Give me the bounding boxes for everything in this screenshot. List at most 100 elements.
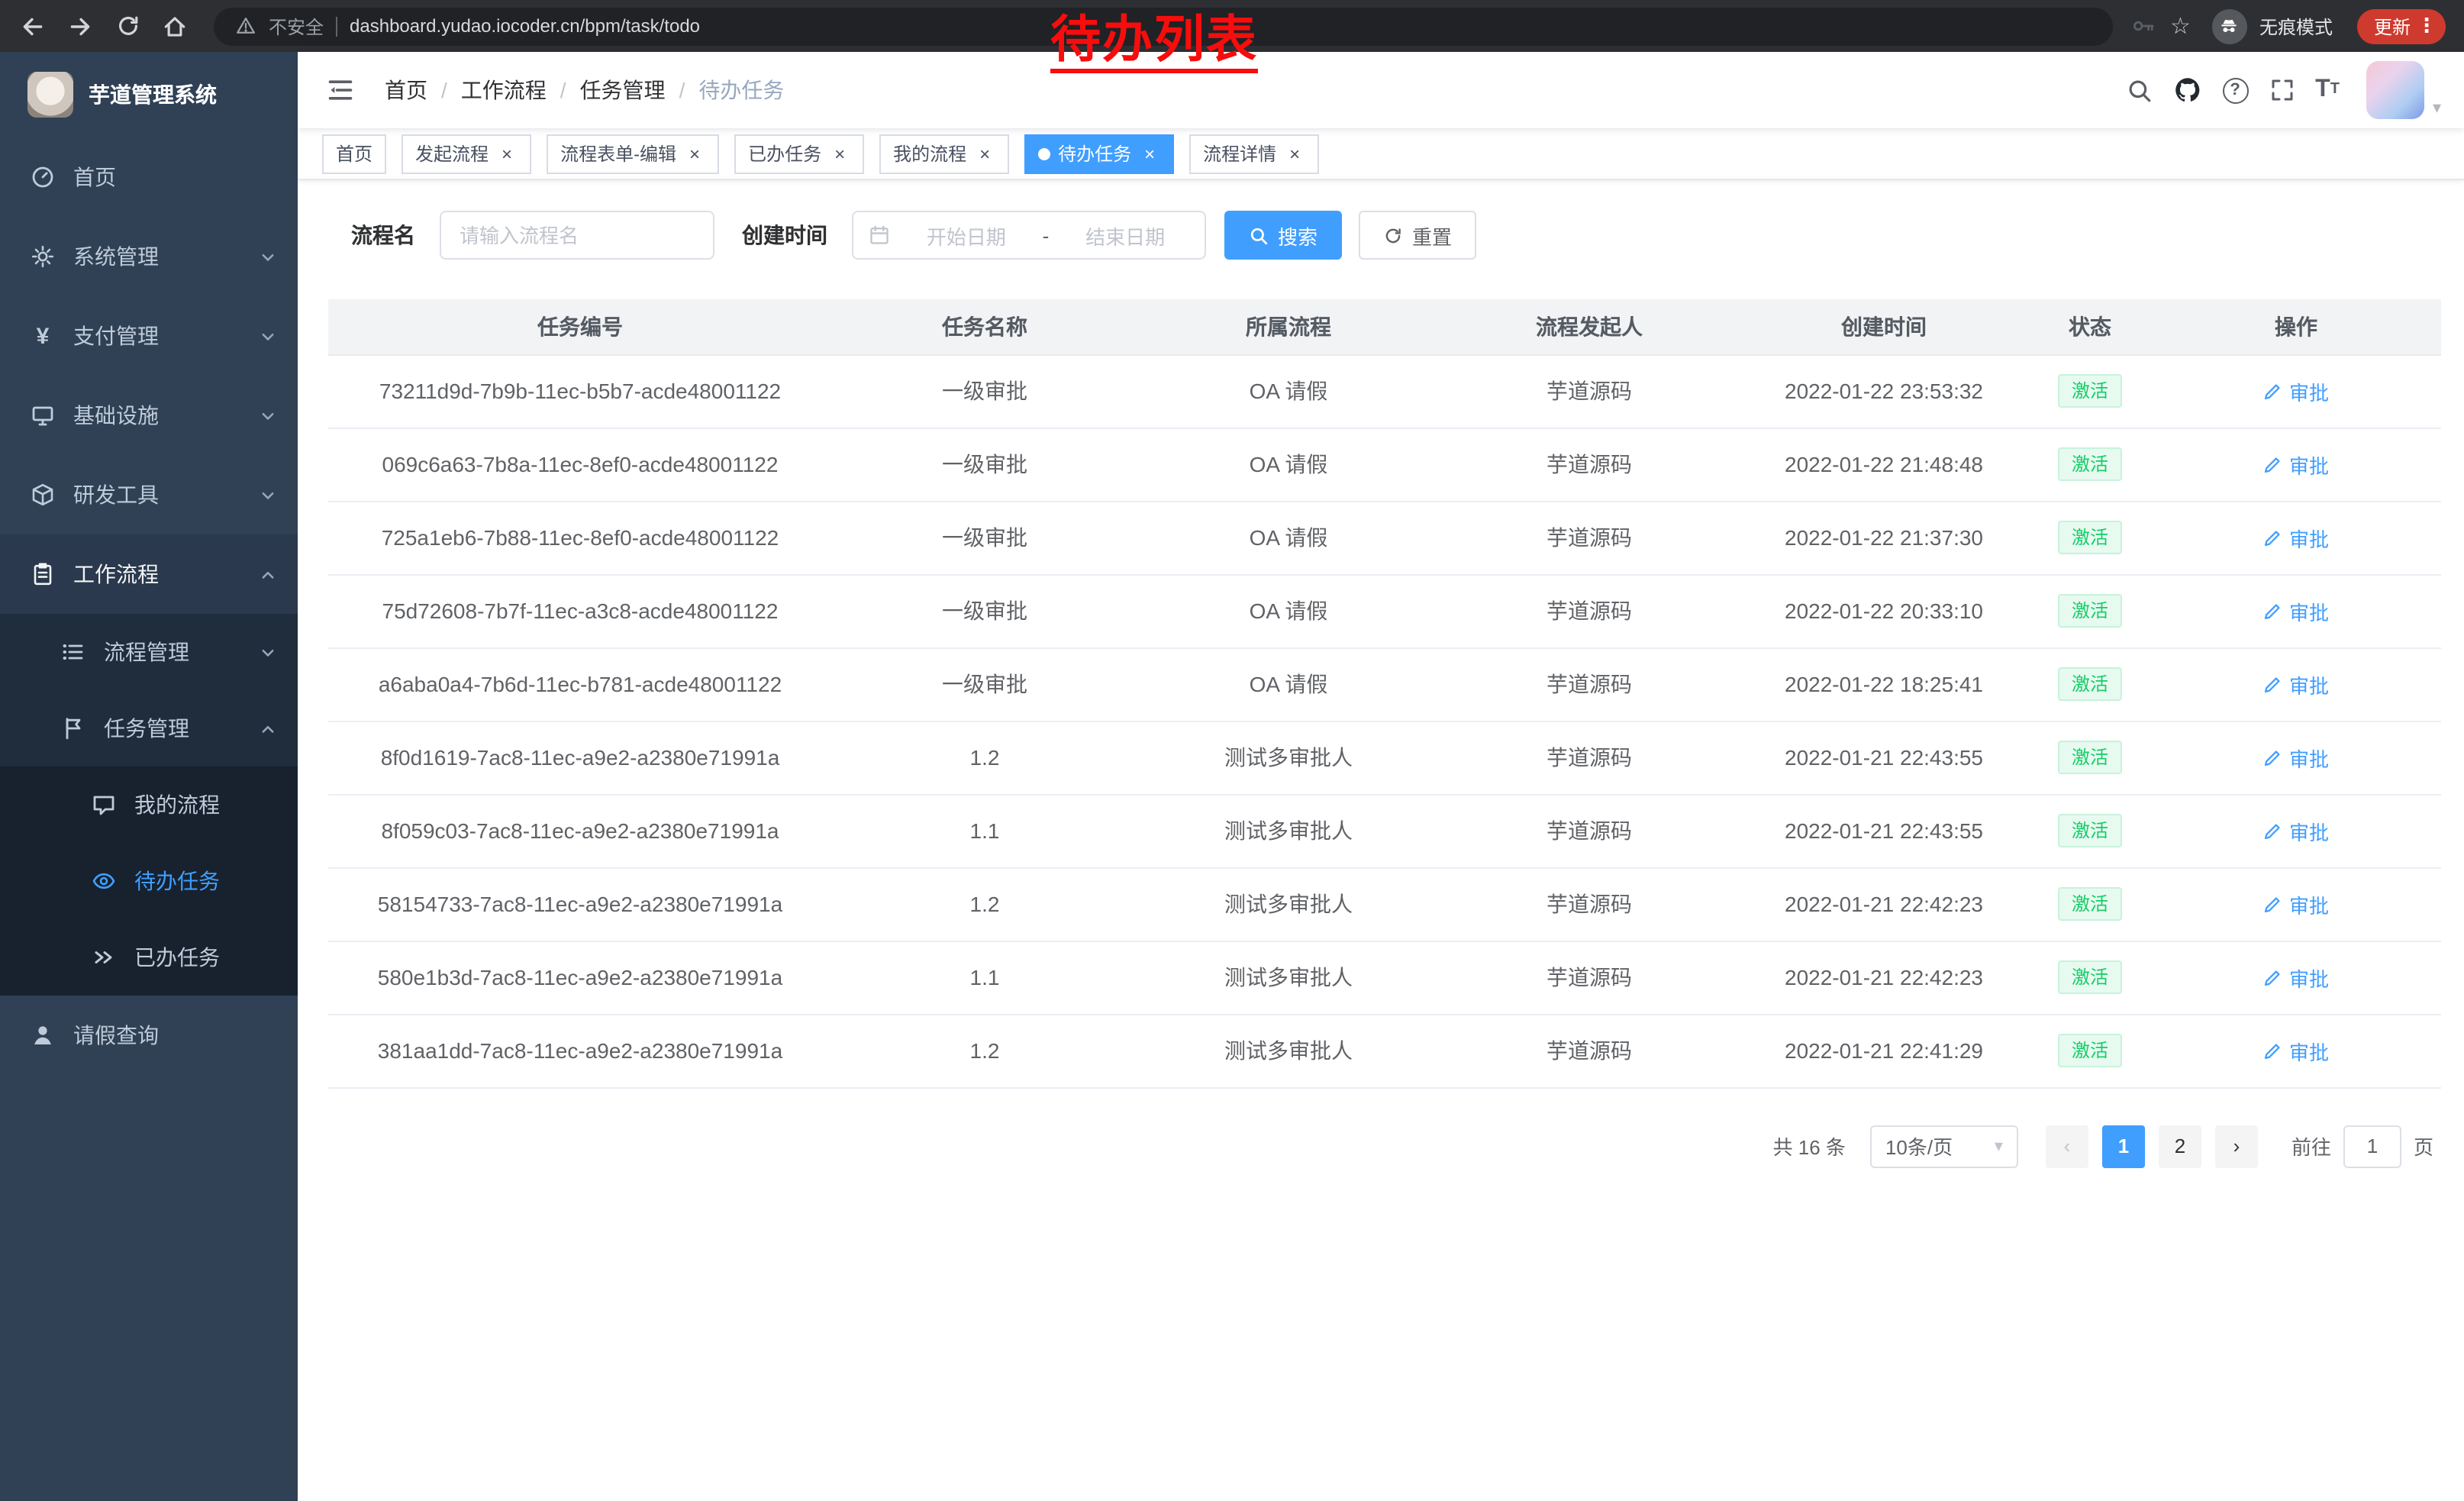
table-row: a6aba0a4-7b6d-11ec-b781-acde48001122 一级审… — [328, 647, 2441, 721]
cell-create-time: 2022-01-21 22:43:55 — [1739, 794, 2029, 867]
sidebar-item-home[interactable]: 首页 — [0, 137, 298, 217]
reset-button[interactable]: 重置 — [1359, 211, 1476, 260]
approve-link-label: 审批 — [2289, 523, 2329, 552]
help-icon[interactable]: ? — [2222, 77, 2248, 103]
approve-link-label: 审批 — [2289, 596, 2329, 625]
page-button-1[interactable]: 1 — [2102, 1125, 2145, 1167]
browser-home-icon[interactable] — [154, 5, 195, 47]
sidebar-item-infrastructure[interactable]: 基础设施 — [0, 376, 298, 455]
tab-close-icon[interactable]: × — [1284, 143, 1305, 164]
security-warning-icon[interactable] — [235, 15, 256, 37]
tab-done-tasks[interactable]: 已办任务 × — [734, 134, 864, 173]
sidebar-item-leave-query[interactable]: 请假查询 — [0, 996, 298, 1075]
status-badge: 激活 — [2058, 594, 2122, 628]
breadcrumb: 首页 / 工作流程 / 任务管理 / 待办任务 — [385, 75, 784, 105]
page-content: 流程名 创建时间 开始日期 - 结束日期 搜索 — [298, 180, 2464, 1501]
prev-page-button[interactable]: ‹ — [2046, 1125, 2088, 1167]
process-name-label: 流程名 — [351, 220, 415, 250]
table-row: 725a1eb6-7b88-11ec-8ef0-acde48001122 一级审… — [328, 501, 2441, 574]
search-button[interactable]: 搜索 — [1224, 211, 1342, 260]
cell-status: 激活 — [2029, 354, 2151, 428]
process-name-input[interactable] — [440, 211, 714, 260]
next-page-button[interactable]: › — [2215, 1125, 2258, 1167]
sidebar-item-process-management[interactable]: 流程管理 — [0, 614, 298, 690]
search-icon[interactable] — [2126, 77, 2152, 103]
github-icon[interactable] — [2173, 76, 2201, 104]
approve-link[interactable]: 审批 — [2263, 743, 2329, 772]
sidebar-item-label: 基础设施 — [73, 400, 159, 431]
page-size-select[interactable]: 10条/页 ▾ — [1870, 1125, 2018, 1167]
sidebar-item-payment[interactable]: ¥ 支付管理 — [0, 296, 298, 376]
app-logo — [27, 72, 73, 118]
approve-link[interactable]: 审批 — [2263, 889, 2329, 918]
approve-link[interactable]: 审批 — [2263, 596, 2329, 625]
tab-todo-tasks[interactable]: 待办任务 × — [1024, 134, 1174, 173]
cell-status: 激活 — [2029, 941, 2151, 1014]
col-create-time: 创建时间 — [1739, 299, 2029, 354]
browser-forward-icon[interactable] — [60, 5, 101, 47]
browser-back-icon[interactable] — [12, 5, 53, 47]
breadcrumb-item[interactable]: 任务管理 — [580, 75, 666, 105]
chevron-down-icon — [260, 407, 276, 424]
tab-process-form-edit[interactable]: 流程表单-编辑 × — [547, 134, 719, 173]
goto-page-input[interactable] — [2343, 1125, 2401, 1167]
approve-link[interactable]: 审批 — [2263, 1036, 2329, 1065]
sidebar-toggle-icon[interactable] — [321, 70, 360, 110]
approve-link[interactable]: 审批 — [2263, 523, 2329, 552]
create-time-label: 创建时间 — [742, 220, 827, 250]
breadcrumb-item[interactable]: 工作流程 — [461, 75, 547, 105]
page-button-2[interactable]: 2 — [2159, 1125, 2201, 1167]
approve-link[interactable]: 审批 — [2263, 816, 2329, 845]
sidebar-item-label: 我的流程 — [134, 789, 220, 820]
tab-start-process[interactable]: 发起流程 × — [402, 134, 531, 173]
tab-close-icon[interactable]: × — [496, 143, 518, 164]
edit-icon — [2263, 528, 2283, 547]
flag-icon — [61, 716, 85, 741]
approve-link[interactable]: 审批 — [2263, 963, 2329, 992]
sidebar-item-my-processes[interactable]: 我的流程 — [0, 767, 298, 843]
tab-close-icon[interactable]: × — [829, 143, 850, 164]
monitor-icon — [31, 403, 55, 428]
sidebar-item-workflow[interactable]: 工作流程 — [0, 534, 298, 614]
breadcrumb-item[interactable]: 首页 — [385, 75, 427, 105]
tab-home[interactable]: 首页 — [322, 134, 386, 173]
goto-unit-label: 页 — [2414, 1131, 2433, 1160]
sidebar-item-label: 待办任务 — [134, 866, 220, 896]
update-button[interactable]: 更新 ⋮ — [2357, 8, 2446, 44]
cell-actions: 审批 — [2151, 794, 2441, 867]
search-button-icon — [1249, 225, 1269, 245]
fullscreen-icon[interactable] — [2269, 78, 2294, 102]
font-size-icon[interactable]: TT — [2315, 78, 2340, 102]
tab-close-icon[interactable]: × — [974, 143, 995, 164]
cell-create-time: 2022-01-22 21:48:48 — [1739, 428, 2029, 501]
password-key-icon[interactable] — [2130, 14, 2155, 38]
cell-actions: 审批 — [2151, 574, 2441, 647]
cell-actions: 审批 — [2151, 354, 2441, 428]
approve-link[interactable]: 审批 — [2263, 670, 2329, 699]
double-arrow-icon — [92, 945, 116, 970]
approve-link[interactable]: 审批 — [2263, 376, 2329, 405]
sidebar-item-done-tasks[interactable]: 已办任务 — [0, 919, 298, 996]
browser-reload-icon[interactable] — [107, 5, 148, 47]
tab-close-icon[interactable]: × — [1139, 143, 1160, 164]
approve-link[interactable]: 审批 — [2263, 450, 2329, 479]
active-tab-dot — [1038, 147, 1050, 160]
status-badge: 激活 — [2058, 814, 2122, 847]
sidebar-item-dev-tools[interactable]: 研发工具 — [0, 455, 298, 534]
date-range-picker[interactable]: 开始日期 - 结束日期 — [852, 211, 1206, 260]
tab-my-processes[interactable]: 我的流程 × — [879, 134, 1009, 173]
tab-label: 我的流程 — [893, 140, 966, 166]
col-task-id: 任务编号 — [328, 299, 832, 354]
cell-create-time: 2022-01-21 22:41:29 — [1739, 1014, 2029, 1087]
table-row: 8f0d1619-7ac8-11ec-a9e2-a2380e71991a 1.2… — [328, 721, 2441, 794]
sidebar-item-system[interactable]: 系统管理 — [0, 217, 298, 296]
cell-create-time: 2022-01-22 21:37:30 — [1739, 501, 2029, 574]
sidebar-item-task-management[interactable]: 任务管理 — [0, 690, 298, 767]
user-menu[interactable]: ▾ — [2367, 61, 2441, 119]
tab-process-detail[interactable]: 流程详情 × — [1189, 134, 1319, 173]
bookmark-star-icon[interactable]: ☆ — [2170, 15, 2191, 37]
table-row: 75d72608-7b7f-11ec-a3c8-acde48001122 一级审… — [328, 574, 2441, 647]
cell-task-name: 1.1 — [832, 794, 1137, 867]
sidebar-item-todo-tasks[interactable]: 待办任务 — [0, 843, 298, 919]
tab-close-icon[interactable]: × — [684, 143, 705, 164]
